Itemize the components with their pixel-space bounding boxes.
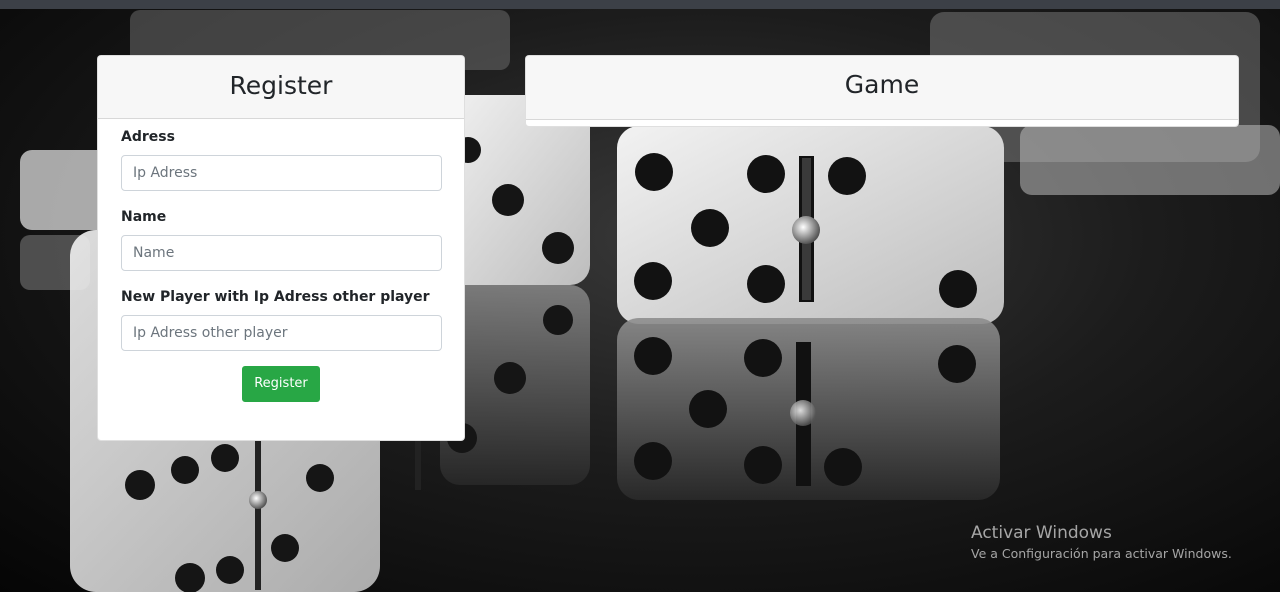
address-input[interactable] <box>121 155 442 191</box>
game-panel-title: Game <box>526 56 1238 120</box>
page: Register Adress Name New Player with Ip … <box>0 0 1280 592</box>
other-player-address-label: New Player with Ip Adress other player <box>121 289 430 305</box>
other-player-address-input[interactable] <box>121 315 442 351</box>
register-button-row: Register <box>121 366 441 402</box>
address-label: Adress <box>121 129 175 145</box>
watermark-title: Activar Windows <box>971 523 1112 543</box>
register-form: Adress Name New Player with Ip Adress ot… <box>98 119 464 402</box>
register-panel: Register Adress Name New Player with Ip … <box>97 55 465 441</box>
name-input[interactable] <box>121 235 442 271</box>
windows-activation-watermark: Activar Windows Ve a Configuración para … <box>971 522 1232 563</box>
game-panel: Game <box>525 55 1239 127</box>
register-button[interactable]: Register <box>242 366 320 402</box>
watermark-subtitle: Ve a Configuración para activar Windows. <box>971 546 1232 561</box>
name-label: Name <box>121 209 167 225</box>
register-panel-title: Register <box>98 56 464 119</box>
